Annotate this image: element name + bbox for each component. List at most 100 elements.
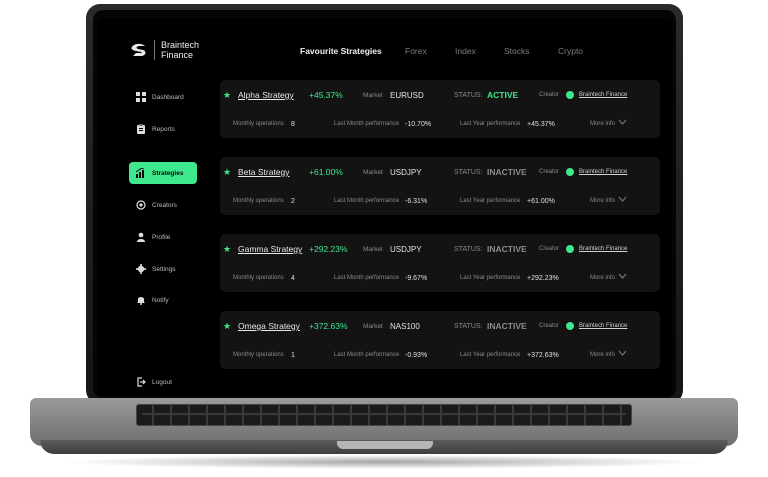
strategy-card[interactable]: ★ Omega Strategy +372.63% Market NAS100 … [220,311,660,369]
strategy-gain: +61.00% [309,167,343,177]
market-value: EURUSD [390,90,424,100]
status-badge: INACTIVE [487,167,527,177]
sidebar-item-label: Profile [152,233,171,241]
grid-icon [136,92,146,102]
star-icon[interactable]: ★ [223,244,231,255]
last-year-value: +45.37% [527,120,555,128]
more-info-button[interactable]: More info [590,275,615,281]
sidebar-item-dashboard[interactable]: Dashboard [129,86,197,108]
bar-chart-icon [136,168,146,178]
last-month-label: Last Month performance [334,121,400,127]
last-month-value: -6.31% [405,197,428,205]
creator-label: Creator [539,169,560,175]
sidebar-item-reports[interactable]: Reports [129,118,197,140]
sidebar-item-label: Strategies [152,169,184,177]
strategy-gain: +45.37% [309,90,343,100]
creator-label: Creator [539,246,560,252]
creator-link[interactable]: Braintech Finance [579,323,627,329]
sidebar-item-notify[interactable]: Notify [129,289,197,311]
market-label: Market [363,245,383,253]
chevron-down-icon[interactable] [618,118,627,126]
sidebar-item-label: Creators [152,201,177,209]
last-year-label: Last Year performance [460,275,521,281]
app-screen: Braintech Finance Favourite Strategies F… [97,18,672,396]
status-label: STATUS: [454,322,483,330]
more-info-button[interactable]: More info [590,198,615,204]
strategy-name[interactable]: Alpha Strategy [238,90,294,100]
sidebar-item-label: Settings [152,265,176,273]
creator-link[interactable]: Braintech Finance [579,246,627,252]
laptop-shadow [60,455,708,469]
star-icon[interactable]: ★ [223,90,231,101]
strategy-card[interactable]: ★ Alpha Strategy +45.37% Market EURUSD S… [220,80,660,138]
status-badge: INACTIVE [487,321,527,331]
creator-avatar [566,91,574,99]
logout-button[interactable]: Logout [129,371,197,393]
logout-label: Logout [152,378,172,386]
monthly-ops-label: Monthly operations [233,121,284,127]
strategy-name[interactable]: Gamma Strategy [238,244,302,254]
sidebar-item-profile[interactable]: Profile [129,226,197,248]
strategy-name[interactable]: Omega Strategy [238,321,300,331]
creator-label: Creator [539,323,560,329]
more-info-button[interactable]: More info [590,352,615,358]
gear-icon [136,264,146,274]
last-year-label: Last Year performance [460,121,521,127]
last-month-value: -9.67% [405,274,428,282]
status-badge: ACTIVE [487,90,519,100]
last-month-label: Last Month performance [334,352,400,358]
status-label: STATUS: [454,91,483,99]
brand-name: Braintech Finance [154,40,199,60]
sidebar-item-label: Reports [152,125,175,133]
last-year-value: +61.00% [527,197,555,205]
brand-logo[interactable]: Braintech Finance [130,40,199,60]
chevron-down-icon[interactable] [618,272,627,280]
monthly-ops-label: Monthly operations [233,352,284,358]
market-label: Market [363,322,383,330]
bell-icon [136,295,146,305]
laptop-notch [337,441,433,449]
creator-link[interactable]: Braintech Finance [579,169,627,175]
sidebar-item-strategies[interactable]: Strategies [129,162,197,184]
sidebar-item-label: Notify [152,296,169,304]
logout-icon [136,377,146,387]
tab-stocks[interactable]: Stocks [504,46,558,56]
chevron-down-icon[interactable] [618,349,627,357]
market-value: NAS100 [390,321,420,331]
chevron-down-icon[interactable] [618,195,627,203]
creator-link[interactable]: Braintech Finance [579,92,627,98]
strategy-card[interactable]: ★ Gamma Strategy +292.23% Market USDJPY … [220,234,660,292]
tab-crypto[interactable]: Crypto [558,46,598,56]
sidebar-item-creators[interactable]: Creators [129,194,197,216]
monthly-ops-value: 8 [291,120,295,128]
tab-index[interactable]: Index [455,46,504,56]
market-label: Market [363,91,383,99]
star-icon[interactable]: ★ [223,167,231,178]
laptop-keyboard [136,404,632,426]
strategy-gain: +372.63% [309,321,348,331]
tab-favourite-strategies[interactable]: Favourite Strategies [300,46,405,56]
sidebar-item-settings[interactable]: Settings [129,258,197,280]
last-year-label: Last Year performance [460,352,521,358]
user-icon [136,232,146,242]
strategy-card[interactable]: ★ Beta Strategy +61.00% Market USDJPY ST… [220,157,660,215]
creator-avatar [566,322,574,330]
creator-label: Creator [539,92,560,98]
strategy-name[interactable]: Beta Strategy [238,167,290,177]
status-label: STATUS: [454,245,483,253]
brand-name-line2: Finance [161,50,194,60]
clipboard-icon [136,124,146,134]
tab-forex[interactable]: Forex [405,46,455,56]
strategy-gain: +292.23% [309,244,348,254]
last-year-label: Last Year performance [460,198,521,204]
last-month-value: -0.93% [405,351,428,359]
monthly-ops-value: 1 [291,351,295,359]
last-month-label: Last Month performance [334,198,400,204]
more-info-button[interactable]: More info [590,121,615,127]
top-navigation: Favourite Strategies Forex Index Stocks … [300,46,598,56]
market-value: USDJPY [390,244,422,254]
creator-avatar [566,168,574,176]
monthly-ops-value: 2 [291,197,295,205]
star-icon[interactable]: ★ [223,321,231,332]
target-icon [136,200,146,210]
